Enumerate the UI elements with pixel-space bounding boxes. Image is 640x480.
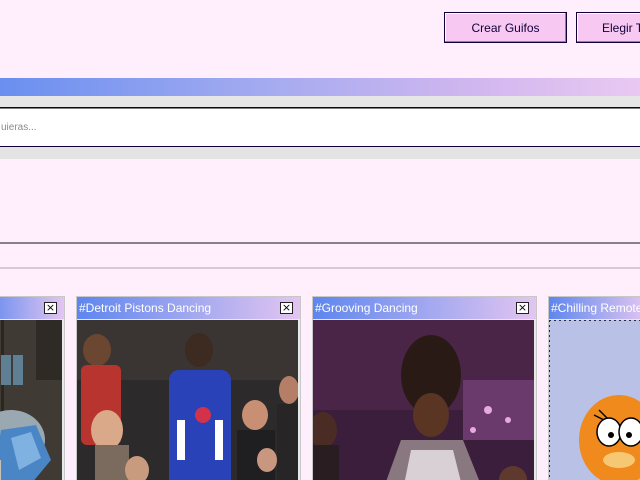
search-top-band (0, 96, 640, 107)
gif-card[interactable]: #Chilling Remote Control (548, 296, 640, 480)
gif-card-header: #Grooving Dancing (313, 297, 536, 319)
gif-card-header: #Detroit Pistons Dancing (77, 297, 300, 319)
gif-image[interactable] (313, 320, 534, 480)
search-bottom-band (0, 147, 640, 159)
gif-card-title: #Chilling Remote Control (551, 301, 640, 315)
gif-card-title: #Detroit Pistons Dancing (79, 301, 212, 315)
close-icon[interactable]: × (44, 302, 57, 314)
gif-card[interactable]: #Grooving Dancing × (312, 296, 537, 480)
trends-header (0, 244, 640, 269)
gif-card[interactable]: #Detroit Pistons Dancing × (76, 296, 301, 480)
gif-card-title: #Grooving Dancing (315, 301, 418, 315)
search-input[interactable] (0, 107, 640, 147)
close-icon[interactable]: × (516, 302, 529, 314)
close-icon[interactable]: × (280, 302, 293, 314)
choose-theme-button[interactable]: Elegir Tema (576, 12, 640, 43)
gif-card[interactable]: × (0, 296, 65, 480)
gif-card-header: #Chilling Remote Control (549, 297, 640, 319)
search-title-bar (0, 78, 640, 96)
suggestions-area (0, 159, 640, 244)
gif-image[interactable] (549, 320, 640, 480)
create-guifos-button[interactable]: Crear Guifos (444, 12, 567, 43)
gif-image[interactable] (0, 320, 62, 480)
gif-image[interactable] (77, 320, 298, 480)
